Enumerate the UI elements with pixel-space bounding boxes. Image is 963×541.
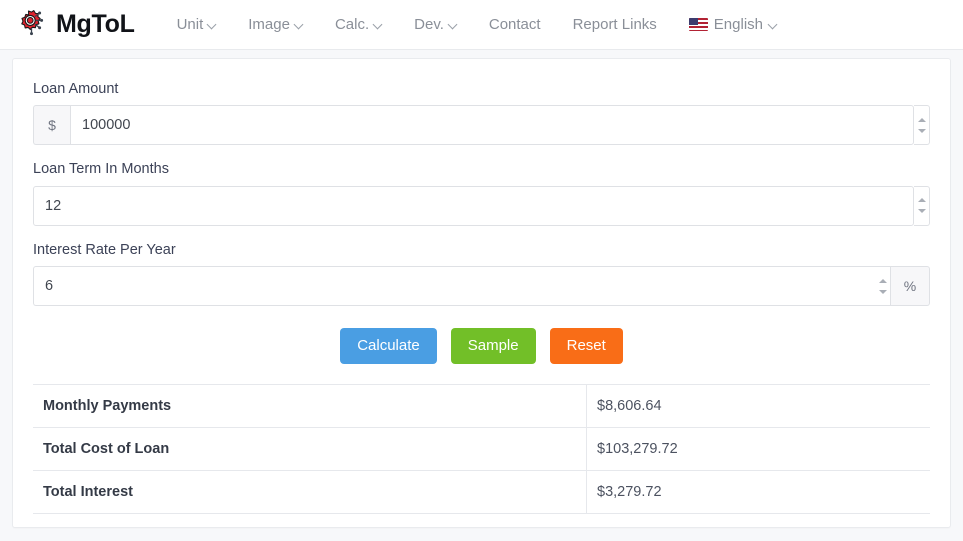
brand-name: MgToL	[56, 10, 135, 38]
nav-item-calc[interactable]: Calc.	[319, 10, 398, 39]
nav-item-label: Report Links	[572, 16, 657, 33]
nav-item-image[interactable]: Image	[232, 10, 319, 39]
loan-amount-input-group: $	[33, 105, 930, 146]
nav-item-label: Calc.	[334, 16, 370, 33]
interest-rate-stepper[interactable]	[875, 266, 891, 307]
stepper-up-icon[interactable]	[878, 278, 887, 283]
table-row: Total Interest $3,279.72	[33, 470, 930, 514]
currency-prefix-addon: $	[33, 105, 70, 146]
loan-term-input-group	[33, 185, 930, 226]
chevron-down-icon	[374, 20, 382, 28]
reset-button[interactable]: Reset	[549, 328, 623, 365]
nav-item-unit[interactable]: Unit	[161, 10, 233, 39]
result-label-total-cost: Total Cost of Loan	[33, 427, 587, 471]
sample-button[interactable]: Sample	[450, 328, 536, 365]
chevron-down-icon	[208, 20, 216, 28]
nav-item-label: Image	[248, 16, 290, 33]
nav-item-report-links[interactable]: Report Links	[557, 10, 673, 39]
nav-item-label: Unit	[176, 16, 204, 33]
us-flag-icon	[688, 18, 708, 31]
brand-logo-link[interactable]: MgToL	[14, 8, 135, 42]
loan-term-stepper[interactable]	[914, 185, 930, 226]
calculate-button[interactable]: Calculate	[340, 328, 437, 365]
stepper-down-icon[interactable]	[917, 209, 926, 214]
loan-amount-input[interactable]	[70, 105, 914, 146]
nav-item-label: Contact	[488, 16, 541, 33]
interest-rate-input-group: %	[33, 266, 930, 307]
stepper-down-icon[interactable]	[917, 128, 926, 133]
loan-term-input[interactable]	[33, 185, 914, 226]
result-label-total-interest: Total Interest	[33, 470, 587, 514]
nav-item-language-selector[interactable]: English	[673, 10, 793, 39]
chevron-down-icon	[295, 20, 303, 28]
loan-amount-label: Loan Amount	[33, 81, 119, 97]
stepper-up-icon[interactable]	[917, 117, 926, 122]
results-table: Monthly Payments $8,606.64 Total Cost of…	[33, 384, 930, 514]
loan-amount-stepper[interactable]	[914, 105, 930, 146]
interest-rate-input[interactable]	[33, 266, 875, 307]
interest-rate-label: Interest Rate Per Year	[33, 241, 176, 258]
gear-circuit-logo-icon	[14, 8, 48, 42]
page-body: Loan Amount $ Loan Term In Months Intere…	[0, 50, 963, 528]
loan-term-label: Loan Term In Months	[33, 161, 169, 178]
result-value-total-cost: $103,279.72	[597, 441, 678, 458]
result-label-monthly-payments: Monthly Payments	[33, 384, 587, 428]
percent-suffix-addon: %	[891, 266, 930, 307]
language-label: English	[713, 16, 763, 33]
chevron-down-icon	[449, 20, 457, 28]
result-value-monthly-payments: $8,606.64	[597, 398, 662, 415]
action-button-row: Calculate Sample Reset	[33, 328, 930, 365]
chevron-down-icon	[769, 20, 777, 28]
nav-item-contact[interactable]: Contact	[473, 10, 557, 39]
nav-links: Unit Image Calc. Dev. Contact Report Lin…	[161, 10, 793, 39]
table-row: Total Cost of Loan $103,279.72	[33, 427, 930, 471]
loan-calculator-card: Loan Amount $ Loan Term In Months Intere…	[12, 58, 951, 528]
nav-item-label: Dev.	[414, 16, 444, 33]
stepper-up-icon[interactable]	[917, 198, 926, 203]
stepper-down-icon[interactable]	[878, 289, 887, 294]
top-navbar: MgToL Unit Image Calc. Dev. Contact Repo…	[0, 0, 963, 50]
result-value-total-interest: $3,279.72	[597, 484, 662, 501]
nav-item-dev[interactable]: Dev.	[398, 10, 473, 39]
table-row: Monthly Payments $8,606.64	[33, 384, 930, 428]
